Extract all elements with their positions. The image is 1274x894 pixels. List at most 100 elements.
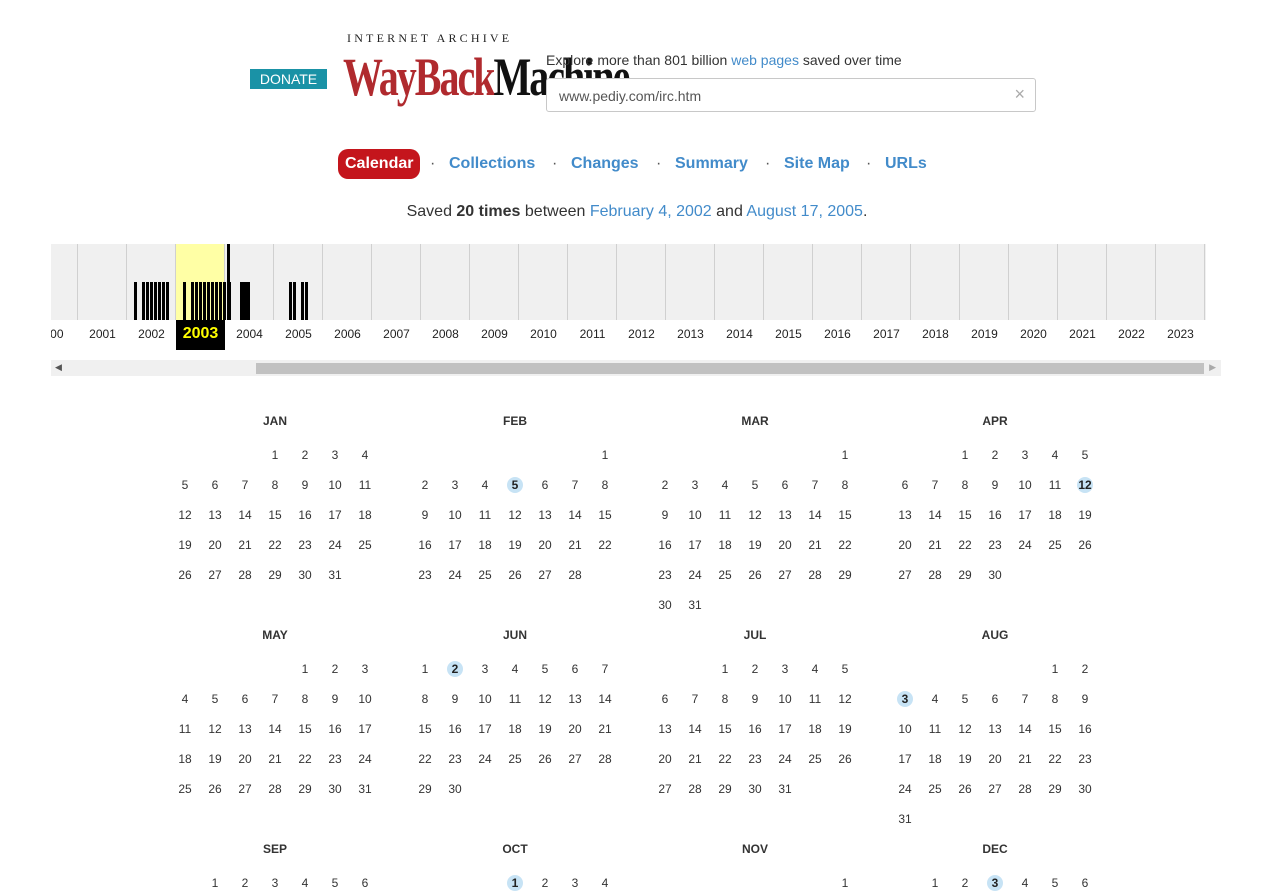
capture-bar[interactable] — [166, 282, 169, 320]
captured-day[interactable]: 12 — [1070, 475, 1100, 495]
year-label-2017[interactable]: 2017 — [862, 327, 911, 341]
capture-bar[interactable] — [146, 282, 149, 320]
year-label-2010[interactable]: 2010 — [519, 327, 568, 341]
year-label-2021[interactable]: 2021 — [1058, 327, 1107, 341]
scroll-left-icon[interactable]: ◀ — [55, 362, 62, 373]
tab-changes[interactable]: Changes — [571, 149, 639, 179]
year-label-2022[interactable]: 2022 — [1107, 327, 1156, 341]
captured-day[interactable]: 1 — [500, 873, 530, 893]
capture-bar[interactable] — [244, 282, 250, 320]
web-pages-link[interactable]: web pages — [731, 52, 799, 68]
capture-bar[interactable] — [183, 282, 186, 320]
year-label-2013[interactable]: 2013 — [666, 327, 715, 341]
year-label-2019[interactable]: 2019 — [960, 327, 1009, 341]
year-column-2006[interactable] — [323, 244, 372, 320]
calendar-day: 2 — [331, 662, 339, 676]
capture-bar[interactable] — [158, 282, 161, 320]
month-name: MAY — [262, 628, 288, 642]
calendar-day: 3 — [271, 876, 279, 890]
year-column-2016[interactable] — [813, 244, 862, 320]
tab-site-map[interactable]: Site Map — [784, 149, 850, 179]
year-column-2013[interactable] — [666, 244, 715, 320]
capture-bar[interactable] — [305, 282, 308, 320]
tab-calendar[interactable]: Calendar — [338, 149, 421, 179]
year-label-2012[interactable]: 2012 — [617, 327, 666, 341]
scrollbar-thumb[interactable] — [256, 363, 1204, 374]
capture-bar[interactable] — [162, 282, 165, 320]
year-column-2015[interactable] — [764, 244, 813, 320]
capture-bar[interactable] — [191, 282, 194, 320]
year-column-2011[interactable] — [568, 244, 617, 320]
year-column-2010[interactable] — [519, 244, 568, 320]
year-label-2004[interactable]: 2004 — [225, 327, 274, 341]
year-label-2020[interactable]: 2020 — [1009, 327, 1058, 341]
tab-urls[interactable]: URLs — [885, 149, 927, 179]
year-column-2009[interactable] — [470, 244, 519, 320]
year-column-2007[interactable] — [372, 244, 421, 320]
year-column-2014[interactable] — [715, 244, 764, 320]
year-label-2009[interactable]: 2009 — [470, 327, 519, 341]
year-column-2018[interactable] — [911, 244, 960, 320]
year-column-2022[interactable] — [1107, 244, 1156, 320]
year-label-2023[interactable]: 2023 — [1156, 327, 1205, 341]
capture-bar[interactable] — [289, 282, 292, 320]
year-column-2023[interactable] — [1156, 244, 1205, 320]
tab-summary[interactable]: Summary — [675, 149, 748, 179]
year-label-2008[interactable]: 2008 — [421, 327, 470, 341]
capture-bar[interactable] — [199, 282, 202, 320]
capture-bar[interactable] — [211, 282, 214, 320]
year-column-2012[interactable] — [617, 244, 666, 320]
captured-day[interactable]: 3 — [980, 873, 1010, 893]
year-column-2020[interactable] — [1009, 244, 1058, 320]
year-label-2003[interactable]: 2003 — [176, 320, 225, 350]
capture-bar[interactable] — [142, 282, 145, 320]
year-label-2014[interactable]: 2014 — [715, 327, 764, 341]
capture-bar[interactable] — [301, 282, 304, 320]
scroll-right-icon[interactable]: ▶ — [1209, 362, 1216, 373]
year-column-2019[interactable] — [960, 244, 1009, 320]
year-label-2000[interactable]: 000 — [51, 327, 78, 341]
year-label-2001[interactable]: 2001 — [78, 327, 127, 341]
capture-bar[interactable] — [293, 282, 296, 320]
calendar-day: 3 — [451, 478, 459, 492]
timeline-scrollbar[interactable]: ◀ ▶ — [51, 360, 1221, 376]
year-column-2001[interactable] — [78, 244, 127, 320]
year-column-2017[interactable] — [862, 244, 911, 320]
year-label-2002[interactable]: 2002 — [127, 327, 176, 341]
captured-day[interactable]: 3 — [890, 689, 920, 709]
year-label-2018[interactable]: 2018 — [911, 327, 960, 341]
capture-bar[interactable] — [203, 282, 206, 320]
capture-bar[interactable] — [154, 282, 157, 320]
donate-button[interactable]: DONATE — [250, 69, 327, 89]
capture-bar[interactable] — [219, 282, 222, 320]
year-label-2006[interactable]: 2006 — [323, 327, 372, 341]
year-column-2008[interactable] — [421, 244, 470, 320]
last-capture-link[interactable]: August 17, 2005 — [746, 203, 863, 220]
year-label-2016[interactable]: 2016 — [813, 327, 862, 341]
year-column-2005[interactable] — [274, 244, 323, 320]
year-label-2011[interactable]: 2011 — [568, 327, 617, 341]
calendar-day: 28 — [598, 752, 612, 766]
tab-collections[interactable]: Collections — [449, 149, 535, 179]
capture-bar[interactable] — [228, 282, 231, 320]
year-label-2015[interactable]: 2015 — [764, 327, 813, 341]
captured-day[interactable]: 5 — [500, 475, 530, 495]
wayback-machine-logo[interactable]: INTERNET ARCHIVE WayBackMachine — [343, 31, 630, 107]
year-label-2007[interactable]: 2007 — [372, 327, 421, 341]
first-capture-link[interactable]: February 4, 2002 — [590, 203, 712, 220]
capture-histogram[interactable] — [51, 244, 1206, 320]
capture-bar[interactable] — [207, 282, 210, 320]
capture-bar[interactable] — [134, 282, 137, 320]
year-column-2000[interactable] — [51, 244, 78, 320]
calendar-day: 23 — [748, 752, 762, 766]
year-column-2021[interactable] — [1058, 244, 1107, 320]
url-search-input[interactable]: www.pediy.com/irc.htm × — [546, 78, 1036, 112]
capture-bar[interactable] — [215, 282, 218, 320]
capture-bar[interactable] — [195, 282, 198, 320]
calendar-day: 26 — [838, 752, 852, 766]
clear-search-icon[interactable]: × — [1014, 84, 1025, 105]
capture-bar[interactable] — [150, 282, 153, 320]
calendar-day: 26 — [538, 752, 552, 766]
year-label-2005[interactable]: 2005 — [274, 327, 323, 341]
captured-day[interactable]: 2 — [440, 659, 470, 679]
